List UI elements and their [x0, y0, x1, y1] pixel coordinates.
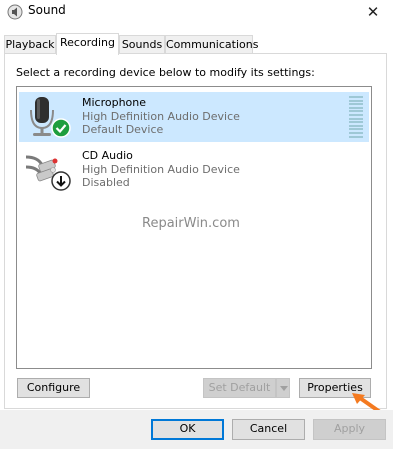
device-item-microphone[interactable]: Microphone High Definition Audio Device … — [19, 92, 369, 142]
watermark-text: RepairWin.com — [142, 216, 240, 231]
close-icon: ✕ — [366, 3, 380, 21]
device-status: Disabled — [82, 176, 130, 189]
device-name: CD Audio — [82, 149, 133, 162]
microphone-icon — [30, 97, 71, 138]
speaker-app-icon — [7, 4, 23, 20]
set-default-dropdown-button[interactable] — [276, 378, 290, 398]
green-check-icon — [51, 118, 71, 138]
tab-recording[interactable]: Recording — [56, 33, 119, 55]
close-button[interactable]: ✕ — [353, 0, 393, 24]
apply-button[interactable]: Apply — [313, 419, 386, 440]
cd-audio-cable-icon — [25, 155, 71, 191]
device-driver: High Definition Audio Device — [82, 163, 240, 176]
down-arrow-disabled-icon — [51, 171, 71, 191]
device-driver: High Definition Audio Device — [82, 110, 240, 123]
tab-communications[interactable]: Communications — [165, 35, 258, 53]
device-item-cd-audio[interactable]: CD Audio High Definition Audio Device Di… — [19, 145, 369, 195]
tab-playback[interactable]: Playback — [4, 35, 56, 53]
tab-sounds[interactable]: Sounds — [119, 35, 165, 53]
cancel-button[interactable]: Cancel — [232, 419, 305, 440]
instruction-text: Select a recording device below to modif… — [16, 66, 315, 79]
window-title: Sound — [28, 3, 66, 17]
ok-button[interactable]: OK — [151, 419, 224, 440]
level-meter — [349, 96, 363, 138]
title-bar: Sound ✕ — [0, 0, 393, 30]
configure-button[interactable]: Configure — [17, 378, 90, 398]
device-name: Microphone — [82, 96, 147, 109]
set-default-button[interactable]: Set Default — [203, 378, 276, 398]
device-status: Default Device — [82, 123, 164, 136]
